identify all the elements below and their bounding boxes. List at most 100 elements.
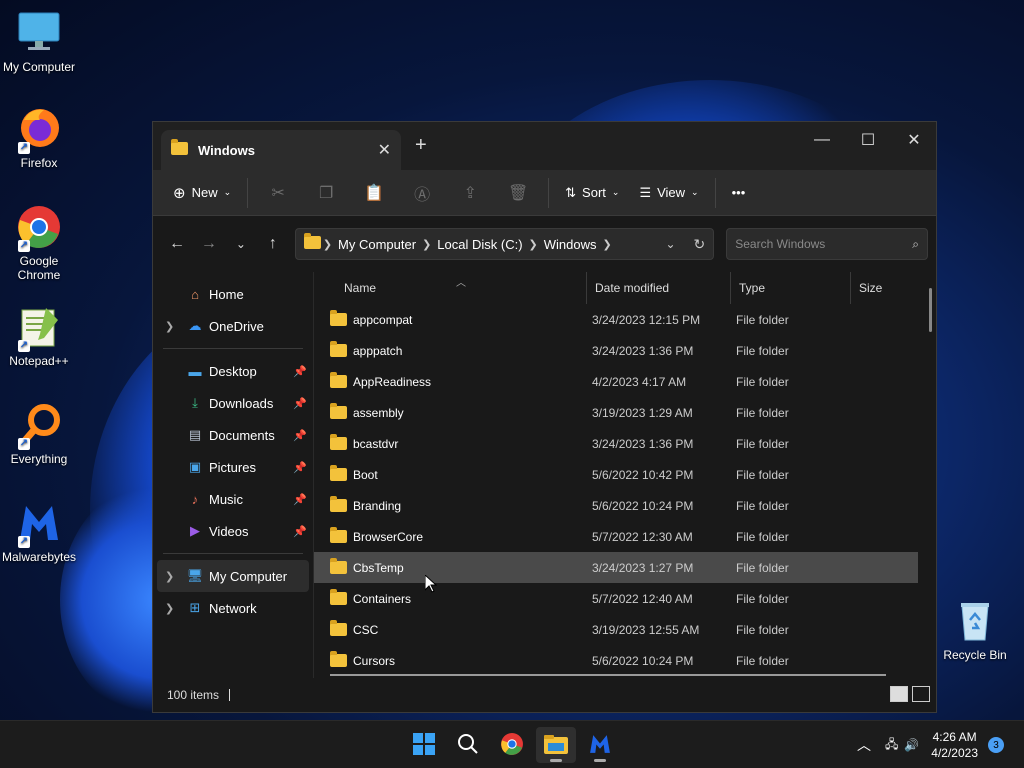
- pin-icon[interactable]: 📌: [293, 493, 307, 506]
- file-date: 5/7/2022 12:30 AM: [592, 529, 693, 544]
- taskbar-search-button[interactable]: [448, 727, 488, 763]
- nav-divider: [163, 348, 303, 349]
- file-name-cell: Branding: [330, 490, 401, 521]
- desktop-icon-firefox[interactable]: ↗ Firefox: [0, 106, 78, 170]
- file-row[interactable]: apppatch 3/24/2023 1:36 PM File folder: [314, 335, 936, 366]
- tiles-view-icon[interactable]: [912, 686, 930, 702]
- nav-item-pictures[interactable]: ▣ Pictures 📌: [153, 451, 313, 483]
- new-tab-button[interactable]: +: [415, 134, 427, 157]
- toolbar-divider: [548, 177, 550, 208]
- nav-item-onedrive[interactable]: ❯ ☁ OneDrive: [153, 310, 313, 342]
- new-button[interactable]: ⊕ New ⌄: [163, 177, 241, 209]
- file-row[interactable]: AppReadiness 4/2/2023 4:17 AM File folder: [314, 366, 936, 397]
- paste-icon[interactable]: 📋: [350, 177, 398, 209]
- nav-item-my-computer[interactable]: ❯ 🖥 My Computer: [157, 560, 309, 592]
- address-dropdown-chevron-icon[interactable]: ⌄: [665, 237, 675, 251]
- start-button[interactable]: [404, 727, 444, 763]
- file-row[interactable]: Branding 5/6/2022 10:24 PM File folder: [314, 490, 936, 521]
- file-row[interactable]: CSC 3/19/2023 12:55 AM File folder: [314, 614, 936, 645]
- running-indicator: [550, 759, 562, 762]
- nav-item-downloads[interactable]: ⤓ Downloads 📌: [153, 387, 313, 419]
- pin-icon[interactable]: 📌: [293, 525, 307, 538]
- file-type: File folder: [736, 591, 789, 606]
- taskbar-chrome[interactable]: [492, 727, 532, 763]
- sort-button[interactable]: ⇅ Sort ⌄: [555, 177, 629, 209]
- pin-icon[interactable]: 📌: [293, 461, 307, 474]
- file-row[interactable]: Containers 5/7/2022 12:40 AM File folder: [314, 583, 936, 614]
- nav-item-label: Documents: [209, 427, 275, 443]
- file-row[interactable]: bcastdvr 3/24/2023 1:36 PM File folder: [314, 428, 936, 459]
- breadcrumb-item[interactable]: Windows: [544, 237, 597, 252]
- desktop-icon-everything[interactable]: ↗ Everything: [0, 402, 78, 466]
- firefox-icon: ↗: [16, 106, 62, 154]
- file-type: File folder: [736, 343, 789, 358]
- nav-item-videos[interactable]: ▶ Videos 📌: [153, 515, 313, 547]
- nav-item-label: Music: [209, 491, 243, 507]
- taskbar-file-explorer[interactable]: [536, 727, 576, 763]
- network-icon[interactable]: 🖧: [885, 735, 898, 756]
- folder-icon: [544, 733, 568, 758]
- desktop-icon-recycle-bin[interactable]: Recycle Bin: [936, 598, 1014, 662]
- close-window-button[interactable]: ✕: [891, 126, 937, 154]
- more-options-button[interactable]: •••: [722, 177, 756, 209]
- pin-icon[interactable]: 📌: [293, 397, 307, 410]
- nav-item-desktop[interactable]: ▬ Desktop 📌: [153, 355, 313, 387]
- vertical-scrollbar[interactable]: [929, 288, 932, 332]
- notification-badge[interactable]: 3: [988, 737, 1004, 753]
- file-row[interactable]: Cursors 5/6/2022 10:24 PM File folder: [314, 645, 936, 676]
- nav-item-documents[interactable]: ▤ Documents 📌: [153, 419, 313, 451]
- desktop-icon-notepadpp[interactable]: ↗ Notepad++: [0, 304, 78, 368]
- desktop-icon-malwarebytes[interactable]: ↗ Malwarebytes: [0, 500, 78, 564]
- column-header-type[interactable]: Type: [730, 272, 850, 304]
- nav-item-music[interactable]: ♪ Music 📌: [153, 483, 313, 515]
- up-arrow-icon[interactable]: ↑: [257, 228, 289, 260]
- column-header-label: Size: [859, 281, 883, 295]
- chevron-up-icon[interactable]: ︿: [857, 735, 871, 755]
- forward-arrow-icon[interactable]: →: [193, 228, 225, 260]
- taskbar-malwarebytes[interactable]: [580, 727, 620, 763]
- file-row[interactable]: BrowserCore 5/7/2022 12:30 AM File folder: [314, 521, 936, 552]
- column-header-name[interactable]: Name: [336, 272, 586, 304]
- file-row[interactable]: Boot 5/6/2022 10:42 PM File folder: [314, 459, 936, 490]
- file-row[interactable]: assembly 3/19/2023 1:29 AM File folder: [314, 397, 936, 428]
- delete-icon[interactable]: 🗑: [494, 177, 542, 209]
- pin-icon[interactable]: 📌: [293, 365, 307, 378]
- search-input[interactable]: Search Windows ⌕: [726, 228, 928, 260]
- minimize-button[interactable]: —: [799, 126, 845, 154]
- folder-icon: [330, 341, 347, 357]
- recent-locations-chevron-icon[interactable]: ⌄: [225, 228, 257, 260]
- back-arrow-icon[interactable]: ←: [161, 228, 193, 260]
- column-header-date[interactable]: Date modified: [586, 272, 730, 304]
- file-row[interactable]: CbsTemp 3/24/2023 1:27 PM File folder: [314, 552, 918, 583]
- file-name-cell: Containers: [330, 583, 411, 614]
- volume-icon[interactable]: 🔊: [904, 738, 919, 752]
- breadcrumb[interactable]: ❯ My Computer ❯ Local Disk (C:) ❯ Window…: [294, 228, 715, 260]
- refresh-icon[interactable]: ↻: [694, 236, 706, 253]
- file-row[interactable]: appcompat 3/24/2023 12:15 PM File folder: [314, 304, 936, 335]
- recycle-bin-icon: [952, 598, 998, 644]
- column-header-size[interactable]: Size: [850, 272, 930, 304]
- tab-close-icon[interactable]: ✕: [378, 140, 391, 160]
- desktop-icon-my-computer[interactable]: My Computer: [0, 10, 78, 74]
- nav-item-network[interactable]: ❯ ⊞ Network: [153, 592, 313, 624]
- view-button[interactable]: ☰ View ⌄: [629, 177, 708, 209]
- desktop-icon-chrome[interactable]: ↗ Google Chrome: [0, 204, 78, 282]
- desktop-icon-label: Recycle Bin: [943, 648, 1007, 662]
- pin-icon[interactable]: 📌: [293, 429, 307, 442]
- file-name-cell: Cursors: [330, 645, 395, 676]
- chevron-right-icon: ❯: [165, 602, 175, 615]
- column-header-label: Name: [344, 281, 377, 295]
- share-icon[interactable]: ⇪: [446, 177, 494, 209]
- cut-icon[interactable]: ✂: [254, 177, 302, 209]
- breadcrumb-item[interactable]: Local Disk (C:): [437, 237, 522, 252]
- nav-item-home[interactable]: ⌂ Home: [153, 278, 313, 310]
- breadcrumb-item[interactable]: My Computer: [338, 237, 416, 252]
- copy-icon[interactable]: ❐: [302, 177, 350, 209]
- desktop-icon-label: Malwarebytes: [1, 550, 77, 564]
- rename-icon[interactable]: Ⓐ: [398, 177, 446, 209]
- tab-windows[interactable]: Windows ✕: [161, 130, 401, 170]
- details-view-icon[interactable]: [890, 686, 908, 702]
- clock[interactable]: 4:26 AM 4/2/2023: [931, 729, 978, 761]
- maximize-button[interactable]: ☐: [845, 126, 891, 154]
- horizontal-scrollbar[interactable]: [330, 674, 886, 676]
